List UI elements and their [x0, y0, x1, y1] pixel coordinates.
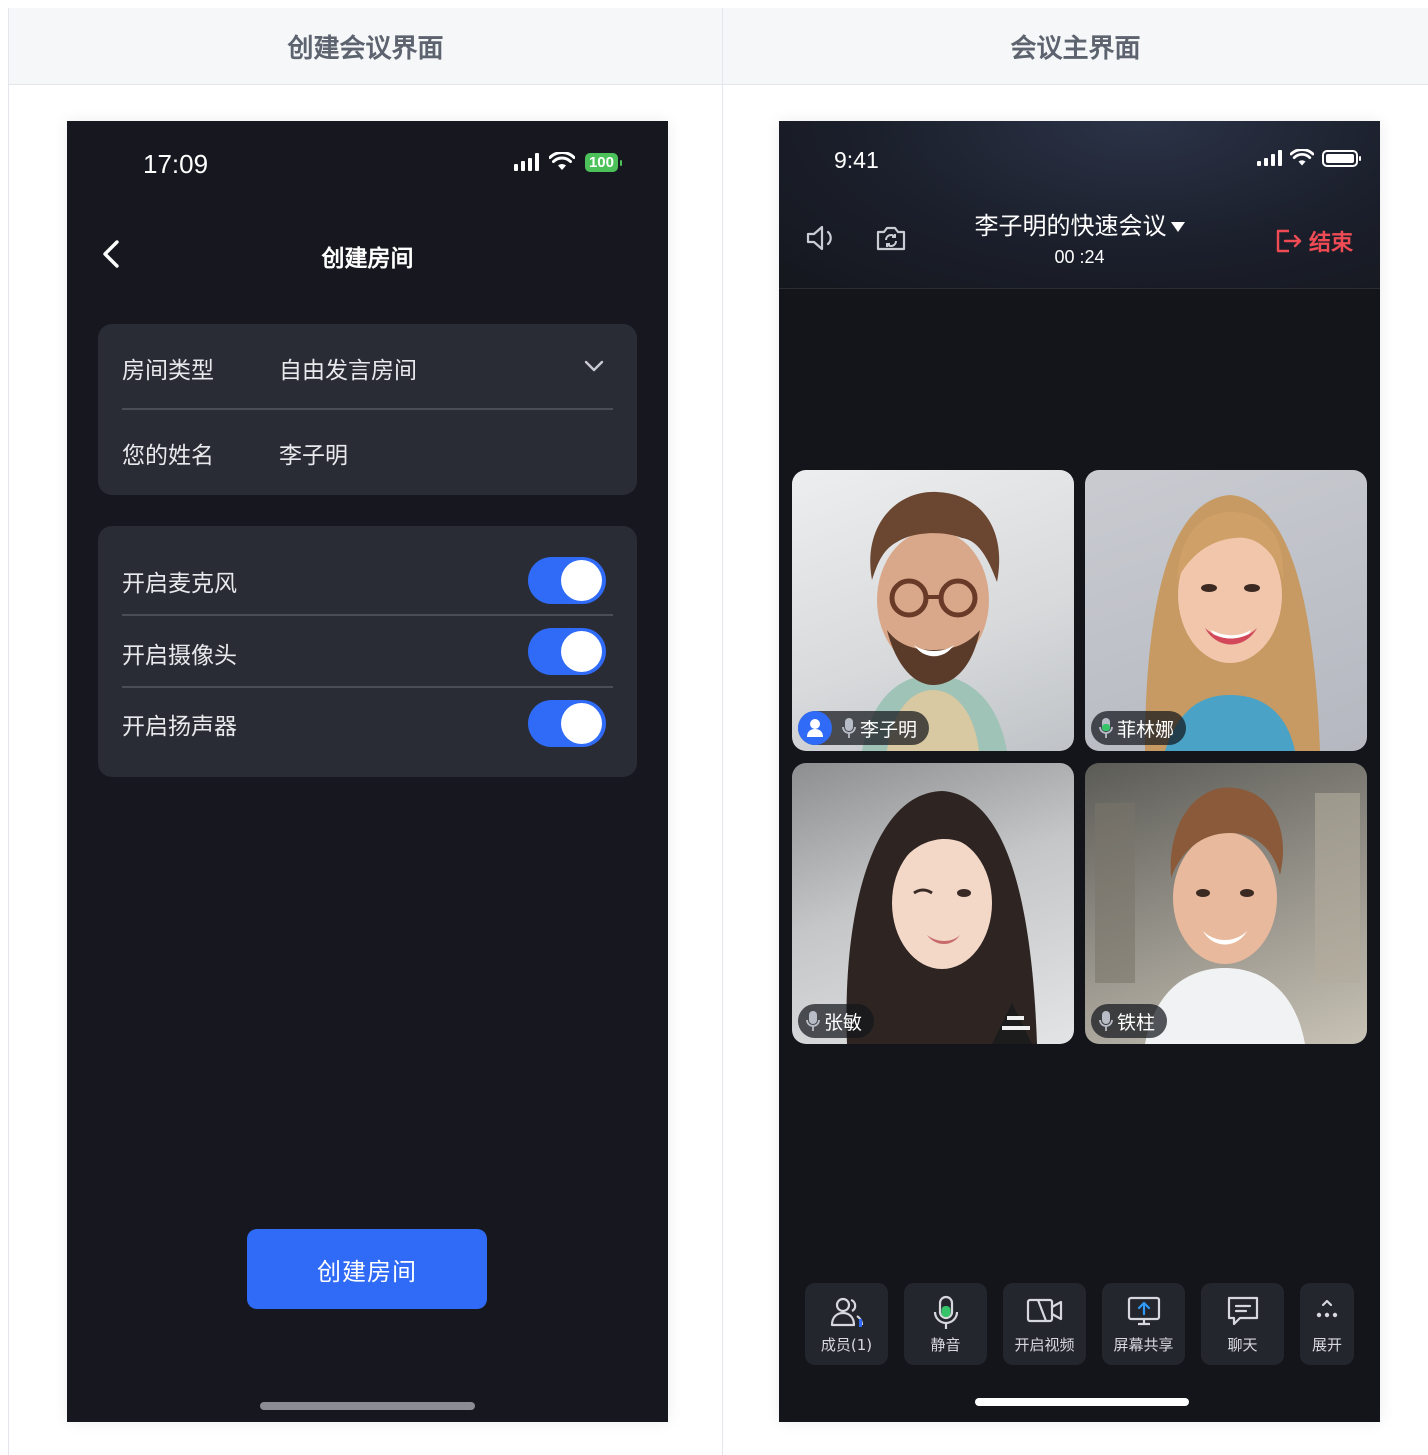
- speaker-toggle[interactable]: [528, 700, 606, 747]
- divider: [122, 408, 613, 410]
- microphone-icon: [1099, 1011, 1113, 1031]
- chat-icon: [1227, 1296, 1258, 1326]
- status-time: 17:09: [143, 149, 209, 179]
- camera-toggle[interactable]: [528, 628, 606, 675]
- column-header-create: 创建会议界面: [9, 8, 722, 85]
- wifi-icon: [548, 152, 575, 170]
- participant-video: [862, 491, 1007, 751]
- mic-toggle[interactable]: [528, 557, 606, 604]
- divider: [122, 614, 613, 616]
- chevron-down-icon[interactable]: [583, 358, 605, 374]
- participant-name: 李子明: [860, 718, 918, 741]
- chat-label: 聊天: [1227, 1336, 1258, 1354]
- participant-video: [1145, 495, 1320, 751]
- mute-label: 静音: [930, 1336, 961, 1354]
- video-tile[interactable]: 李子明: [792, 470, 1074, 751]
- exit-icon: [1276, 229, 1302, 253]
- room-info-card: 房间类型 自由发言房间 您的姓名 李子明: [98, 324, 637, 495]
- room-type-row[interactable]: 房间类型 自由发言房间: [122, 350, 613, 386]
- mute-button[interactable]: 静音: [904, 1283, 987, 1365]
- video-grid: 李子明 菲林娜 张敏 铁柱: [792, 470, 1367, 1044]
- video-camera-icon: [1026, 1298, 1062, 1323]
- status-bar-icons: 100: [513, 152, 623, 172]
- signal-icon: [513, 153, 539, 171]
- name-row[interactable]: 您的姓名 李子明: [122, 435, 613, 471]
- column-header-meeting: 会议主界面: [723, 8, 1428, 85]
- battery-icon: 100: [584, 152, 623, 172]
- participant-nameplate: 菲林娜: [1091, 711, 1187, 745]
- speaker-toggle-label: 开启扬声器: [122, 714, 237, 740]
- wifi-icon: [1290, 149, 1314, 166]
- create-room-screen: 17:09 100 创建房间 房间类型 自由发言房间 您的姓名 李子明 开启麦克…: [67, 121, 668, 1422]
- host-icon: [798, 711, 832, 745]
- screen-share-icon: [1127, 1296, 1160, 1326]
- device-settings-card: 开启麦克风 开启摄像头 开启扬声器: [98, 526, 637, 777]
- members-icon: [830, 1297, 863, 1327]
- participant-name: 铁柱: [1117, 1011, 1156, 1034]
- video-tile[interactable]: 铁柱: [1085, 763, 1367, 1044]
- end-meeting-label: 结束: [1308, 231, 1353, 256]
- divider: [122, 686, 613, 688]
- microphone-active-icon: [1099, 718, 1113, 738]
- participant-video: [1095, 787, 1360, 1044]
- participant-nameplate: 张敏: [798, 1004, 875, 1038]
- page: 创建会议界面 会议主界面 17:09 100 创建房间 房间类型 自由发言房间: [0, 0, 1428, 1455]
- mic-toggle-label: 开启麦克风: [122, 571, 237, 597]
- video-tile[interactable]: 张敏: [792, 763, 1074, 1044]
- meeting-toolbar: 成员(1) 静音 开启视频 屏幕共享 聊天 展开: [805, 1283, 1378, 1365]
- name-label: 您的姓名: [122, 443, 214, 469]
- status-time: 9:41: [834, 147, 879, 173]
- signal-icon: [1257, 150, 1282, 166]
- screen-share-label: 屏幕共享: [1113, 1336, 1174, 1354]
- chat-button[interactable]: 聊天: [1201, 1283, 1284, 1365]
- video-tile[interactable]: 菲林娜: [1085, 470, 1367, 751]
- meeting-screen: 9:41 李子明的快速会议 00 :24 结束 李子明 菲林娜 张敏 铁柱 成员…: [779, 121, 1380, 1422]
- expand-button[interactable]: 展开: [1300, 1283, 1354, 1365]
- start-video-label: 开启视频: [1014, 1336, 1075, 1354]
- camera-toggle-label: 开启摄像头: [122, 643, 237, 669]
- status-bar-icons: [1257, 149, 1361, 167]
- end-meeting-button[interactable]: 结束: [1275, 225, 1353, 257]
- room-type-label: 房间类型: [122, 358, 214, 384]
- column-divider: [722, 8, 723, 1455]
- page-title: 创建房间: [321, 246, 414, 272]
- participant-nameplate: 李子明: [798, 711, 930, 745]
- more-icon: [1316, 1299, 1338, 1318]
- create-room-button[interactable]: 创建房间: [247, 1229, 487, 1309]
- start-video-button[interactable]: 开启视频: [1003, 1283, 1086, 1365]
- meeting-title-text: 李子明的快速会议: [974, 212, 1167, 240]
- home-indicator: [260, 1402, 475, 1410]
- members-button[interactable]: 成员(1): [805, 1283, 888, 1365]
- room-type-value: 自由发言房间: [279, 358, 417, 384]
- microphone-icon: [806, 1011, 820, 1031]
- microphone-icon: [933, 1295, 958, 1329]
- expand-label: 展开: [1311, 1336, 1342, 1354]
- screen-share-button[interactable]: 屏幕共享: [1102, 1283, 1185, 1365]
- caret-down-icon: [1170, 222, 1185, 232]
- battery-icon: [1322, 149, 1361, 167]
- participant-name: 菲林娜: [1117, 718, 1175, 741]
- participant-nameplate: 铁柱: [1091, 1004, 1168, 1038]
- home-indicator: [975, 1398, 1189, 1406]
- microphone-icon: [842, 718, 856, 738]
- participant-name: 张敏: [824, 1011, 863, 1034]
- participant-video: [846, 791, 1037, 1044]
- name-field[interactable]: 李子明: [279, 436, 348, 470]
- members-label: 成员(1): [820, 1336, 873, 1354]
